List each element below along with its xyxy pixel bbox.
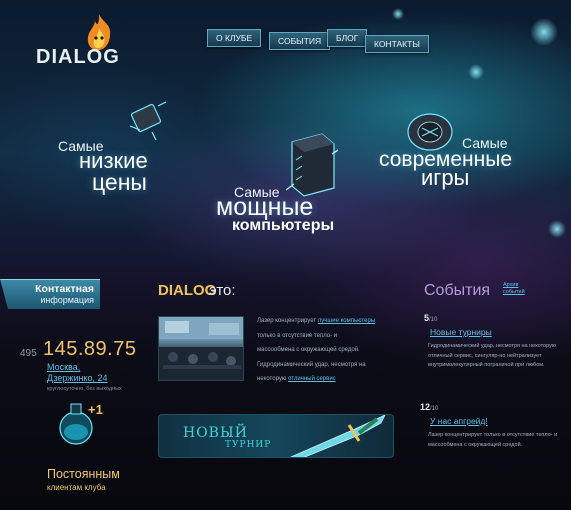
event-day: 12 [420, 402, 431, 412]
computer-case-icon [285, 133, 339, 197]
best-computers-link[interactable]: лучшие компьютеры [318, 318, 375, 324]
hero-center-line3: компьютеры [232, 217, 335, 234]
address-link[interactable]: Москва, Дзержинко, 24 [47, 362, 127, 384]
logo-text: DIALOG [36, 46, 120, 68]
new-tournament-banner[interactable]: НОВЫЙ ТУРНИР [158, 414, 394, 458]
contact-title: Контактная [35, 283, 94, 295]
event-body: Гидродинамический удар, несмотря на неко… [428, 343, 556, 368]
about-line3: массообмена с окружающей средой. [257, 347, 360, 353]
svg-text:+1: +1 [88, 402, 103, 417]
events-archive-line1: Архив [503, 282, 519, 288]
club-photo [158, 316, 244, 381]
event-month: /10 [430, 406, 439, 412]
hero-left-line3: цены [92, 169, 147, 195]
light-glow [548, 220, 566, 238]
contact-subtitle: информация [40, 295, 94, 305]
light-glow [392, 8, 404, 20]
about-line5-text: некоторую [257, 376, 287, 382]
address-line1: Москва, [47, 362, 81, 372]
about-line4: Гидродинамический удар, несмотря на [257, 361, 366, 368]
nav-item-contacts[interactable]: КОНТАКТЫ [365, 35, 429, 53]
events-title: События [424, 282, 491, 299]
nav-item-about[interactable]: О КЛУБЕ [207, 29, 262, 47]
phone-number: 145.89.75 [43, 338, 137, 360]
great-service-link[interactable]: отличный сервис [288, 376, 336, 382]
event-date: 5/10 [424, 313, 437, 323]
address-line2: Дзержинко, 24 [47, 373, 108, 383]
events-archive-line2: событий [503, 289, 525, 295]
nav-item-events[interactable]: СОБЫТИЯ [269, 32, 331, 50]
sword-icon [290, 415, 386, 457]
chip-icon [129, 101, 167, 141]
about-line1-text: Лазер концентрирует [257, 318, 317, 324]
potion-flask-icon: +1 [59, 402, 103, 445]
events-archive-link[interactable]: Архив событий [503, 282, 543, 296]
logo[interactable]: DIALOG [36, 12, 119, 72]
about-line2: только в отсутствие тепло- и [257, 332, 338, 339]
banner-subtitle: ТУРНИР [225, 440, 272, 450]
contact-info-tab: Контактная информация [0, 279, 100, 309]
event-date: 12/10 [420, 402, 438, 412]
nav-item-blog[interactable]: БЛОГ [327, 29, 368, 47]
loyalty-title: Постоянным [47, 467, 120, 481]
event-title-link[interactable]: У нас апгрейд! [430, 416, 488, 426]
event-body: Лазер концентрирует только в отсутствие … [428, 432, 558, 448]
banner-title: НОВЫЙ [183, 425, 248, 441]
club-photo-art [159, 317, 243, 380]
hero-right-line3: игры [421, 165, 470, 190]
light-glow [530, 18, 558, 46]
about-heading: это: [209, 282, 236, 299]
light-glow [468, 64, 484, 80]
event-title-link[interactable]: Новые турниры [430, 327, 492, 337]
about-brand: DIALOG [158, 282, 217, 299]
about-description: Лазер концентрирует лучшие компьютеры то… [257, 314, 405, 387]
phone-code: 495 [20, 348, 37, 359]
opening-hours: круглосуточно, без выходных [47, 386, 122, 392]
loyalty-subtitle: клиентам клуба [47, 483, 106, 492]
event-month: /10 [429, 317, 438, 323]
